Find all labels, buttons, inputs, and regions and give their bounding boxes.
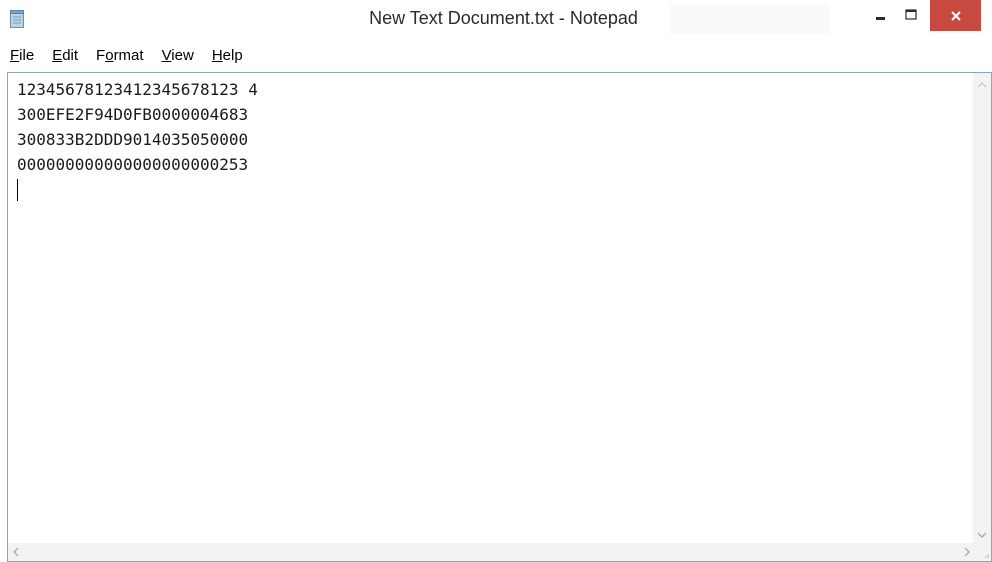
scroll-right-arrow-icon[interactable] <box>964 547 971 557</box>
maximize-icon <box>905 9 917 20</box>
menu-format-mnemonic: o <box>105 46 114 64</box>
menu-view-mnemonic: V <box>161 46 172 64</box>
menu-bar: File Edit Format View Help <box>0 40 992 70</box>
vertical-scrollbar[interactable] <box>973 73 991 543</box>
menu-edit-mnemonic: E <box>52 46 63 64</box>
menu-view-rest: iew <box>171 46 194 64</box>
text-caret <box>17 179 18 201</box>
scroll-up-arrow-icon[interactable] <box>977 81 987 88</box>
minimize-icon <box>876 17 885 20</box>
size-grip-icon[interactable] <box>973 543 991 561</box>
notepad-icon[interactable] <box>10 10 24 28</box>
close-button[interactable] <box>930 0 981 31</box>
minimize-button[interactable] <box>866 0 896 30</box>
document-line: 300EFE2F94D0FB0000004683 <box>17 105 249 124</box>
menu-file-mnemonic: F <box>10 46 20 64</box>
scroll-down-arrow-icon[interactable] <box>977 532 987 539</box>
menu-view[interactable]: View <box>162 47 194 64</box>
title-bar-blank <box>670 4 830 34</box>
document-line: 300833B2DDD9014035050000 <box>17 130 249 149</box>
menu-help-mnemonic: H <box>211 46 223 64</box>
menu-help-rest: elp <box>222 46 243 64</box>
text-editor[interactable]: 12345678123412345678123 4 300EFE2F94D0FB… <box>7 72 992 562</box>
menu-file[interactable]: File <box>10 47 34 64</box>
document-line: 12345678123412345678123 4 <box>17 80 258 99</box>
menu-help[interactable]: Help <box>212 47 243 64</box>
document-text[interactable]: 12345678123412345678123 4 300EFE2F94D0FB… <box>17 77 957 177</box>
title-bar[interactable]: New Text Document.txt - Notepad <box>0 0 992 40</box>
menu-format-prefix: F <box>96 46 106 64</box>
document-line: 000000000000000000000253 <box>17 155 249 174</box>
menu-edit-rest: dit <box>62 46 79 64</box>
menu-edit[interactable]: Edit <box>52 47 78 64</box>
maximize-button[interactable] <box>896 0 926 30</box>
horizontal-scrollbar[interactable] <box>8 543 975 561</box>
scroll-left-arrow-icon[interactable] <box>12 547 19 557</box>
close-icon <box>950 10 961 21</box>
window-title: New Text Document.txt - Notepad <box>369 8 638 28</box>
notepad-window: New Text Document.txt - Notepad File Edi… <box>0 0 992 562</box>
menu-file-rest: ile <box>19 46 35 64</box>
menu-format[interactable]: Format <box>96 47 144 64</box>
menu-format-rest: rmat <box>113 46 144 64</box>
